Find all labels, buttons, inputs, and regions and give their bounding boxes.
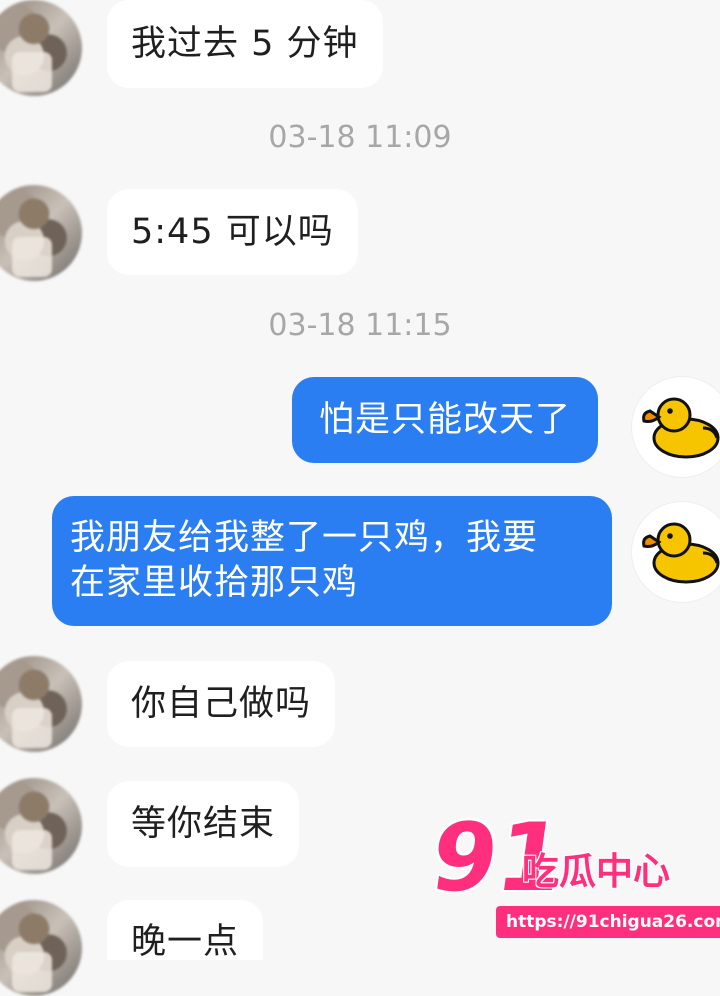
contact-avatar[interactable] bbox=[0, 778, 82, 874]
watermark-url: https://91chigua26.com bbox=[496, 906, 720, 938]
incoming-message-bubble[interactable]: 晚一点 bbox=[107, 900, 264, 960]
message-text: 晚一点 bbox=[131, 922, 240, 960]
site-watermark: 91 吃瓜中心 https://91chigua26.com bbox=[424, 804, 720, 944]
message-text: 怕是只能改天了 bbox=[319, 400, 572, 440]
contact-avatar[interactable] bbox=[0, 185, 82, 281]
yellow-duck-icon bbox=[642, 522, 720, 584]
message-text: 等你结束 bbox=[131, 804, 276, 844]
contact-avatar[interactable] bbox=[0, 656, 82, 752]
outgoing-message-bubble[interactable]: 我朋友给我整了一只鸡，我要 在家里收拾那只鸡 bbox=[52, 496, 612, 626]
incoming-message-bubble[interactable]: 等你结束 bbox=[107, 781, 300, 867]
incoming-message-bubble[interactable]: 我过去 5 分钟 bbox=[107, 0, 383, 88]
message-text-line-2: 在家里收拾那只鸡 bbox=[70, 563, 359, 603]
message-text-line-1: 我朋友给我整了一只鸡，我要 bbox=[70, 518, 539, 558]
incoming-message-bubble[interactable]: 你自己做吗 bbox=[107, 661, 336, 747]
self-avatar[interactable] bbox=[632, 502, 720, 602]
self-avatar[interactable] bbox=[632, 377, 720, 477]
message-timestamp: 03-18 11:09 bbox=[268, 120, 452, 155]
message-text: 你自己做吗 bbox=[131, 684, 312, 724]
watermark-name: 吃瓜中心 bbox=[522, 850, 670, 893]
outgoing-message-bubble[interactable]: 怕是只能改天了 bbox=[292, 377, 599, 463]
chat-thread: 我过去 5 分钟 03-18 11:09 5:45 可以吗 03-18 11:1… bbox=[0, 0, 720, 996]
contact-avatar[interactable] bbox=[0, 0, 82, 96]
message-text: 5:45 可以吗 bbox=[131, 212, 334, 252]
message-text: 我过去 5 分钟 bbox=[131, 24, 359, 64]
incoming-message-bubble[interactable]: 5:45 可以吗 bbox=[107, 189, 358, 275]
contact-avatar[interactable] bbox=[0, 900, 82, 996]
yellow-duck-icon bbox=[642, 397, 720, 459]
message-timestamp: 03-18 11:15 bbox=[268, 308, 452, 343]
